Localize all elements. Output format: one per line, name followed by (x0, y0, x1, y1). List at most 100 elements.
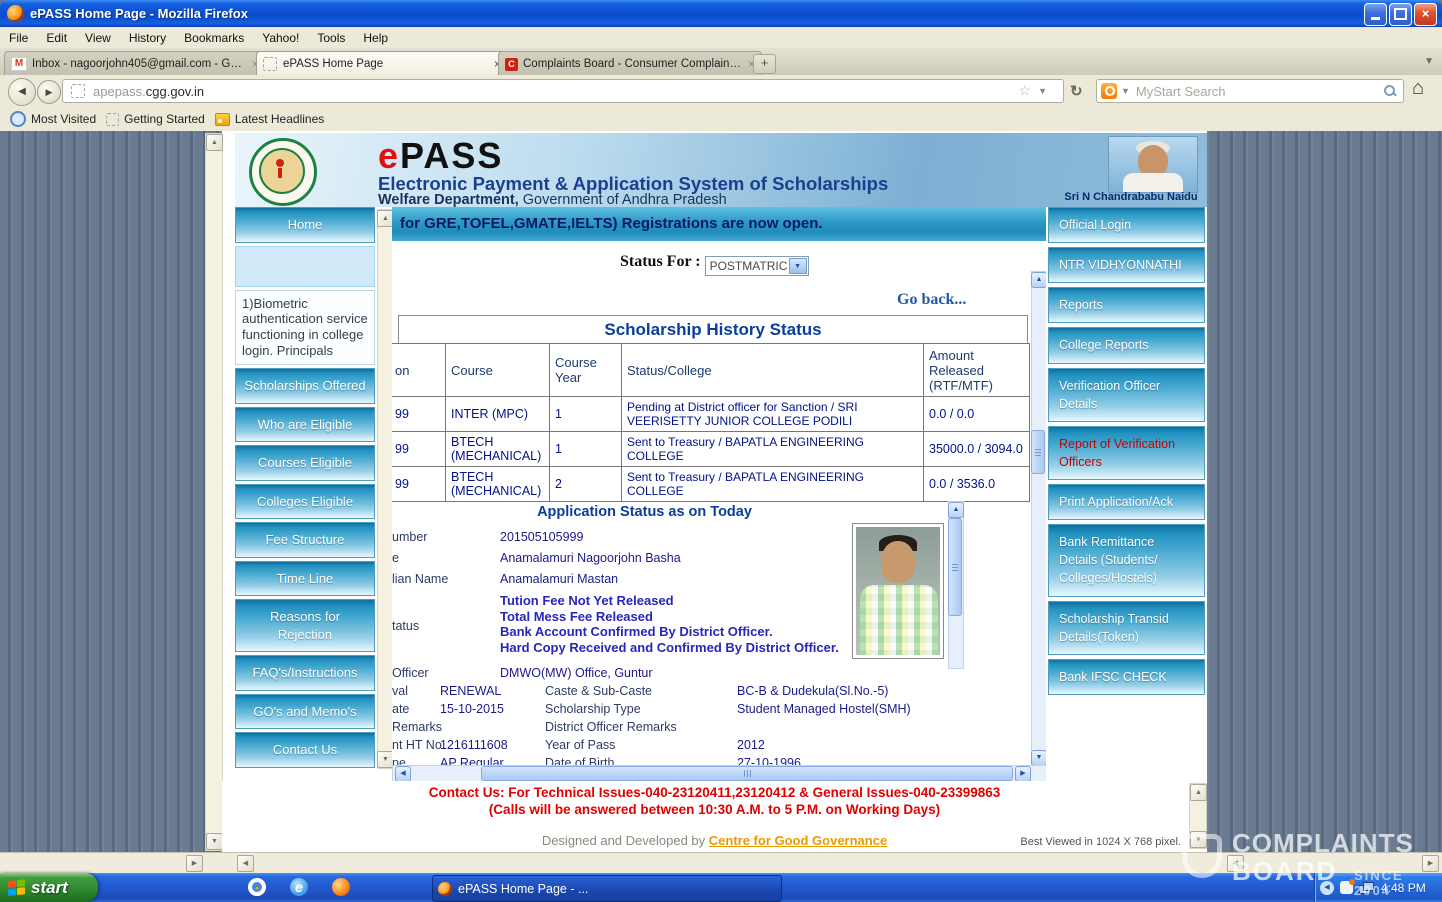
scroll-up-icon[interactable] (1190, 784, 1207, 801)
cgg-link[interactable]: Centre for Good Governance (709, 833, 887, 848)
sidebar-item-scholarship-transid-details[interactable]: Scholarship Transid Details(Token) (1048, 601, 1205, 655)
menu-tools[interactable]: Tools (308, 29, 354, 47)
sidebar-item-ntr-vidhyonnathi[interactable]: NTR VIDHYONNATHI (1048, 247, 1205, 283)
sidebar-item-reasons-for-rejection[interactable]: Reasons for Rejection (235, 599, 375, 652)
menu-view[interactable]: View (76, 29, 120, 47)
sidebar-item-print-application-ack[interactable]: Print Application/Ack (1048, 484, 1205, 520)
main-horizontal-scrollbar[interactable] (392, 765, 1046, 781)
internet-explorer-icon[interactable]: e (290, 878, 308, 896)
scroll-down-icon[interactable] (1190, 831, 1207, 848)
tab-gmail[interactable]: M Inbox - nagoorjohn405@gmail.com - Gmai… (4, 51, 266, 76)
tray-network-icon[interactable] (1359, 882, 1373, 894)
taskbar-clock: 4:48 PM (1381, 881, 1426, 895)
menu-history[interactable]: History (120, 29, 175, 47)
url-dropdown-icon[interactable] (1038, 86, 1047, 96)
back-button[interactable] (8, 78, 36, 106)
home-icon[interactable]: ⌂ (1412, 77, 1424, 100)
scroll-left-icon[interactable] (237, 855, 254, 872)
close-button[interactable]: × (1414, 3, 1437, 26)
reload-icon[interactable]: ↻ (1070, 82, 1083, 100)
search-input[interactable] (1134, 83, 1383, 100)
restore-button[interactable] (1389, 3, 1412, 26)
sidebar-item-home[interactable]: Home (235, 207, 375, 243)
list-all-tabs-icon[interactable] (1424, 56, 1434, 67)
announcement-marquee: for GRE,TOFEL,GMATE,IELTS) Registrations… (392, 207, 1046, 241)
scroll-right-icon[interactable] (1422, 855, 1439, 872)
sidebar-item-report-of-verification-officers[interactable]: Report of Verification Officers (1048, 426, 1205, 480)
forward-button[interactable] (37, 80, 61, 104)
sidebar-item-colleges-eligible[interactable]: Colleges Eligible (235, 484, 375, 520)
officer-label: Officer (392, 666, 429, 680)
sidebar-item-gos-and-memos[interactable]: GO's and Memo's (235, 694, 375, 730)
sidebar-item-faqs-instructions[interactable]: FAQ's/Instructions (235, 655, 375, 691)
minimize-button[interactable] (1364, 3, 1387, 26)
sidebar-item-time-line[interactable]: Time Line (235, 561, 375, 597)
start-button[interactable]: start (0, 873, 98, 902)
photo-panel-scrollbar[interactable] (948, 501, 964, 669)
sidebar-item-bank-remittance-details[interactable]: Bank Remittance Details (Students/ Colle… (1048, 524, 1205, 596)
sidebar-item-scholarships-offered[interactable]: Scholarships Offered (235, 368, 375, 404)
magnifier-icon[interactable] (1383, 84, 1397, 98)
search-bar[interactable] (1096, 79, 1404, 103)
menu-file[interactable]: File (0, 29, 37, 47)
sidebar-item-reports[interactable]: Reports (1048, 287, 1205, 323)
taskbar-task-epass[interactable]: ePASS Home Page - ... (432, 875, 782, 902)
firefox-quicklaunch-icon[interactable] (332, 878, 350, 896)
tab-complaints-board[interactable]: C Complaints Board - Consumer Complaints… (498, 51, 762, 76)
scrollbar-thumb[interactable] (1031, 430, 1045, 474)
sidebar-item-contact-us[interactable]: Contact Us (235, 732, 375, 768)
scroll-down-icon[interactable] (206, 833, 223, 850)
scrollbar-thumb[interactable] (481, 766, 1013, 781)
chevron-down-icon[interactable] (789, 258, 807, 274)
menu-help[interactable]: Help (354, 29, 397, 47)
table-row: 99 BTECH (MECHANICAL) 1 Sent to Treasury… (392, 432, 1030, 467)
firefox-icon (438, 882, 452, 896)
bookmark-most-visited[interactable]: Most Visited (10, 111, 96, 127)
search-engine-dropdown-icon[interactable] (1121, 86, 1130, 96)
status-for-select[interactable]: POSTMATRIC (705, 256, 809, 276)
application-status-title: Application Status as on Today (392, 504, 897, 520)
site-department: Welfare Department, Government of Andhra… (378, 192, 727, 207)
sidebar-item-verification-officer-details[interactable]: Verification Officer Details (1048, 368, 1205, 422)
scroll-up-icon[interactable] (206, 134, 223, 151)
sidebar-item-college-reports[interactable]: College Reports (1048, 327, 1205, 363)
footer-scrollbar[interactable] (1189, 783, 1207, 849)
scroll-right-icon[interactable] (186, 855, 203, 872)
epass-logo: ePASS (378, 135, 503, 177)
sidebar-item-official-login[interactable]: Official Login (1048, 207, 1205, 243)
scroll-right-icon[interactable] (1015, 766, 1031, 781)
scrollbar-thumb[interactable] (948, 518, 962, 616)
bookmark-latest-headlines[interactable]: Latest Headlines (215, 112, 324, 126)
new-tab-button[interactable]: + (753, 54, 776, 74)
menu-yahoo[interactable]: Yahoo! (253, 29, 308, 47)
scroll-up-icon[interactable] (1031, 272, 1046, 288)
sidebar-item-fee-structure[interactable]: Fee Structure (235, 522, 375, 558)
main-vertical-scrollbar[interactable] (1031, 271, 1046, 767)
tray-chevron-icon[interactable] (1320, 881, 1334, 895)
tab-epass[interactable]: ePASS Home Page × (256, 51, 508, 76)
left-frame-scrollbar[interactable] (205, 133, 223, 851)
sidebar-item-bank-ifsc-check[interactable]: Bank IFSC CHECK (1048, 659, 1205, 695)
url-bar[interactable]: apepass.cgg.gov.in ☆ (62, 79, 1064, 103)
scroll-left-icon[interactable] (1227, 855, 1244, 872)
sidebar-item-who-are-eligible[interactable]: Who are Eligible (235, 407, 375, 443)
tray-update-icon[interactable] (1340, 881, 1353, 894)
site-identity-icon[interactable] (71, 84, 85, 98)
best-viewed-note: Best Viewed in 1024 X 768 pixel. (1020, 836, 1181, 848)
guardian-name-label: lian Name (392, 572, 448, 586)
scroll-up-icon[interactable] (948, 502, 964, 518)
go-back-link[interactable]: Go back... (897, 291, 966, 309)
bookmark-getting-started[interactable]: Getting Started (106, 112, 205, 126)
scroll-left-icon[interactable] (395, 766, 411, 781)
bottom-scroll-strip (0, 852, 1442, 874)
window-titlebar[interactable]: ePASS Home Page - Mozilla Firefox × (0, 0, 1442, 27)
menu-edit[interactable]: Edit (37, 29, 76, 47)
sidebar-item-courses-eligible[interactable]: Courses Eligible (235, 445, 375, 481)
bookmark-star-icon[interactable]: ☆ (1018, 82, 1031, 99)
detail-value: RENEWAL (440, 684, 501, 698)
menu-bookmarks[interactable]: Bookmarks (175, 29, 253, 47)
getting-started-icon (106, 113, 119, 126)
search-engine-icon[interactable] (1101, 83, 1117, 99)
chrome-icon[interactable] (248, 878, 266, 896)
scroll-down-icon[interactable] (1031, 750, 1046, 766)
